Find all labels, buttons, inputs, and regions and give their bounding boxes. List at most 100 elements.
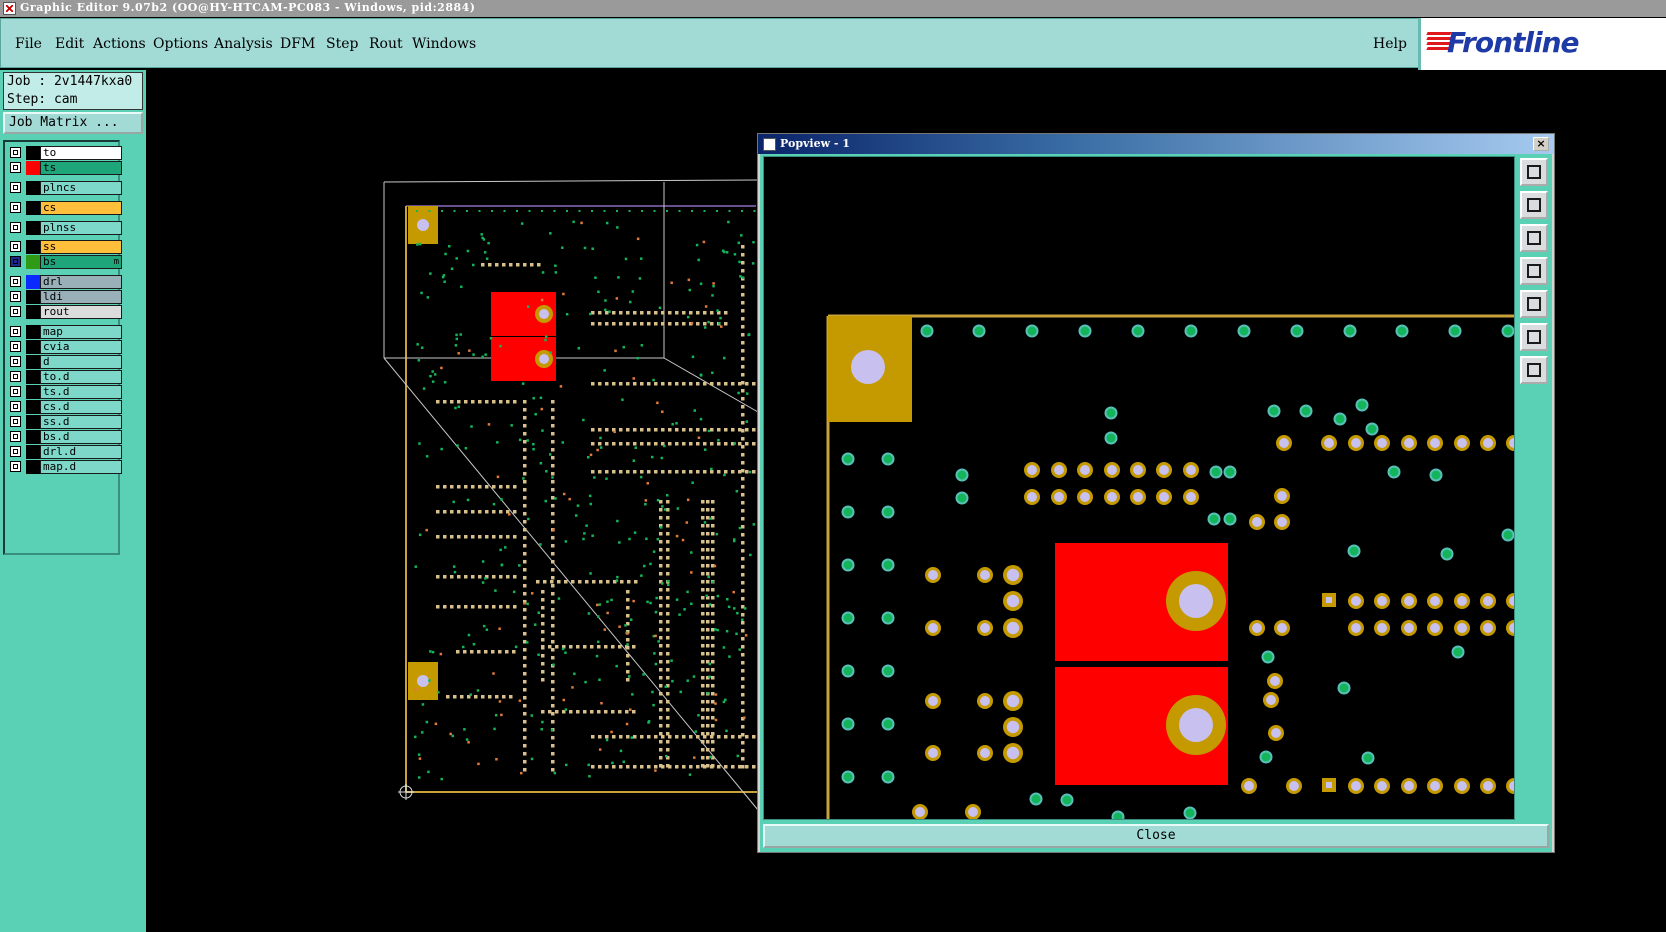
- popview-close-icon[interactable]: ×: [1533, 137, 1549, 151]
- layer-name[interactable]: rout: [40, 305, 122, 319]
- popview-canvas[interactable]: [763, 156, 1515, 820]
- layer-name[interactable]: to: [40, 146, 122, 160]
- layer-color-swatch[interactable]: [26, 355, 40, 369]
- pan-left-icon[interactable]: [1520, 257, 1548, 285]
- layer-name[interactable]: cs: [40, 201, 122, 215]
- layer-row-ss-d[interactable]: ss.d: [7, 415, 122, 429]
- layer-checkbox[interactable]: [10, 386, 21, 397]
- layer-name[interactable]: ss: [40, 240, 122, 254]
- layer-row-to-d[interactable]: to.d: [7, 370, 122, 384]
- layer-checkbox[interactable]: [10, 326, 21, 337]
- popview-close-button[interactable]: Close: [763, 824, 1549, 848]
- pan-down-icon[interactable]: [1520, 224, 1548, 252]
- layer-color-swatch[interactable]: [26, 240, 40, 254]
- layer-row-ts[interactable]: ts: [7, 161, 122, 175]
- layer-name[interactable]: bs.d: [40, 430, 122, 444]
- layer-name[interactable]: map.d: [40, 460, 122, 474]
- layer-row-map-d[interactable]: map.d: [7, 460, 122, 474]
- layer-color-swatch[interactable]: [26, 400, 40, 414]
- layer-row-to[interactable]: to: [7, 146, 122, 160]
- layer-checkbox[interactable]: [10, 222, 21, 233]
- layer-checkbox[interactable]: [10, 241, 21, 252]
- menu-actions[interactable]: Actions: [93, 36, 146, 52]
- layer-name[interactable]: to.d: [40, 370, 122, 384]
- layer-row-d[interactable]: d: [7, 355, 122, 369]
- layer-checkbox[interactable]: [10, 202, 21, 213]
- layer-color-swatch[interactable]: [26, 201, 40, 215]
- layer-checkbox[interactable]: [10, 446, 21, 457]
- layer-checkbox[interactable]: [10, 416, 21, 427]
- layer-name[interactable]: ts: [40, 161, 122, 175]
- layer-name[interactable]: drl: [40, 275, 122, 289]
- layer-name[interactable]: ldi: [40, 290, 122, 304]
- layer-name[interactable]: drl.d: [40, 445, 122, 459]
- layer-checkbox[interactable]: [10, 356, 21, 367]
- layer-checkbox[interactable]: [10, 431, 21, 442]
- layer-color-swatch[interactable]: [26, 430, 40, 444]
- layer-color-swatch[interactable]: [26, 325, 40, 339]
- layer-name[interactable]: cs.d: [40, 400, 122, 414]
- layer-color-swatch[interactable]: [26, 415, 40, 429]
- zoom-home-icon[interactable]: [1520, 158, 1548, 186]
- layer-row-ts-d[interactable]: ts.d: [7, 385, 122, 399]
- layer-name[interactable]: map: [40, 325, 122, 339]
- layer-checkbox[interactable]: [10, 162, 21, 173]
- layer-row-drl-d[interactable]: drl.d: [7, 445, 122, 459]
- layer-color-swatch[interactable]: [26, 146, 40, 160]
- layer-checkbox[interactable]: [10, 291, 21, 302]
- menu-windows[interactable]: Windows: [412, 36, 476, 52]
- layer-name[interactable]: plncs: [40, 181, 122, 195]
- job-matrix-button[interactable]: Job Matrix ...: [3, 112, 143, 134]
- layer-name[interactable]: cvia: [40, 340, 122, 354]
- layer-name[interactable]: ts.d: [40, 385, 122, 399]
- layer-row-bs-d[interactable]: bs.d: [7, 430, 122, 444]
- menu-file[interactable]: File: [15, 36, 42, 52]
- zoom-center-icon[interactable]: [1520, 356, 1548, 384]
- layer-checkbox[interactable]: [10, 401, 21, 412]
- layer-row-cvia[interactable]: cvia: [7, 340, 122, 354]
- layer-color-swatch[interactable]: [26, 275, 40, 289]
- layer-checkbox[interactable]: [10, 371, 21, 382]
- layer-checkbox[interactable]: [10, 256, 21, 267]
- layer-name[interactable]: bs m: [40, 255, 122, 269]
- layer-color-swatch[interactable]: [26, 161, 40, 175]
- layer-color-swatch[interactable]: [26, 385, 40, 399]
- layer-row-plncs[interactable]: plncs: [7, 181, 122, 195]
- menu-options[interactable]: Options: [153, 36, 208, 52]
- layer-row-ss[interactable]: ss: [7, 240, 122, 254]
- layer-color-swatch[interactable]: [26, 255, 40, 269]
- layer-checkbox[interactable]: [10, 341, 21, 352]
- zoom-fit-icon[interactable]: [1520, 323, 1548, 351]
- layer-row-drl[interactable]: drl: [7, 275, 122, 289]
- layer-color-swatch[interactable]: [26, 370, 40, 384]
- layer-color-swatch[interactable]: [26, 460, 40, 474]
- layer-row-bs[interactable]: bs m: [7, 255, 122, 269]
- layer-color-swatch[interactable]: [26, 181, 40, 195]
- layer-row-cs[interactable]: cs: [7, 201, 122, 215]
- layer-checkbox[interactable]: [10, 461, 21, 472]
- pan-up-icon[interactable]: [1520, 191, 1548, 219]
- layer-row-plnss[interactable]: plnss: [7, 221, 122, 235]
- layer-color-swatch[interactable]: [26, 445, 40, 459]
- menu-edit[interactable]: Edit: [55, 36, 84, 52]
- layer-name[interactable]: d: [40, 355, 122, 369]
- layer-row-rout[interactable]: rout: [7, 305, 122, 319]
- layer-color-swatch[interactable]: [26, 290, 40, 304]
- layer-color-swatch[interactable]: [26, 305, 40, 319]
- menu-analysis[interactable]: Analysis: [214, 36, 273, 52]
- layer-checkbox[interactable]: [10, 147, 21, 158]
- layer-checkbox[interactable]: [10, 276, 21, 287]
- layer-color-swatch[interactable]: [26, 221, 40, 235]
- layer-row-cs-d[interactable]: cs.d: [7, 400, 122, 414]
- layer-row-map[interactable]: map: [7, 325, 122, 339]
- layer-checkbox[interactable]: [10, 182, 21, 193]
- menu-help[interactable]: Help: [1373, 36, 1407, 52]
- layer-color-swatch[interactable]: [26, 340, 40, 354]
- pan-right-icon[interactable]: [1520, 290, 1548, 318]
- layer-name[interactable]: ss.d: [40, 415, 122, 429]
- popview-graphic[interactable]: [764, 157, 1515, 820]
- menu-step[interactable]: Step: [326, 36, 358, 52]
- menu-rout[interactable]: Rout: [369, 36, 403, 52]
- layer-name[interactable]: plnss: [40, 221, 122, 235]
- layer-checkbox[interactable]: [10, 306, 21, 317]
